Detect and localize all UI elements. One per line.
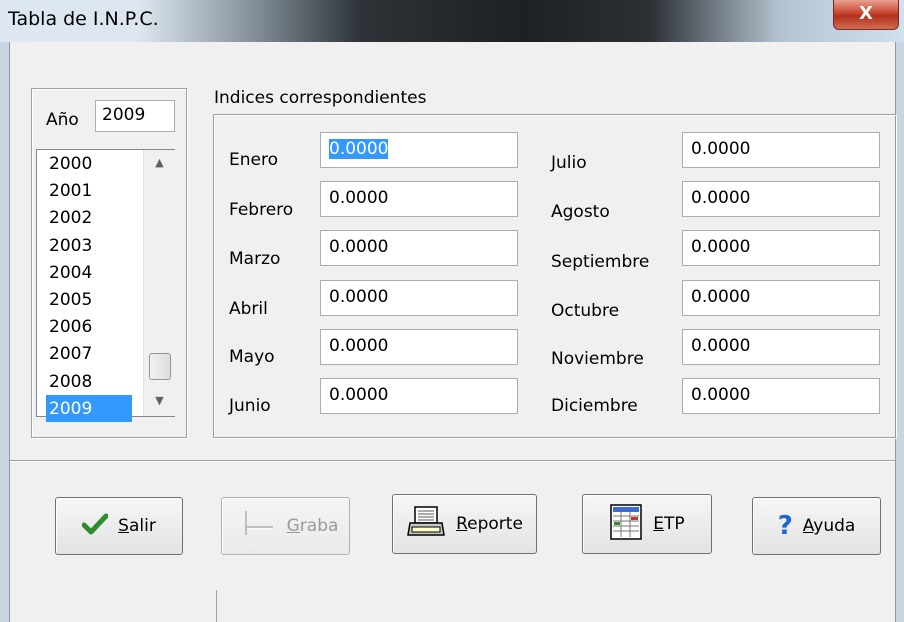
scroll-down-icon[interactable]: ▼ bbox=[144, 388, 175, 414]
index-input-febrero[interactable]: 0.0000 bbox=[320, 181, 518, 217]
graba-button[interactable]: Graba bbox=[221, 497, 350, 555]
list-item[interactable]: 2003 bbox=[46, 232, 132, 259]
index-input-julio[interactable]: 0.0000 bbox=[682, 132, 880, 168]
month-label-octubre: Octubre bbox=[551, 301, 620, 321]
year-list: 2000 2001 2002 2003 2004 2005 2006 2007 … bbox=[46, 150, 132, 422]
month-label-diciembre: Diciembre bbox=[551, 396, 638, 416]
scroll-thumb[interactable] bbox=[149, 353, 171, 380]
index-input-octubre[interactable]: 0.0000 bbox=[682, 280, 880, 316]
year-input[interactable]: 2009 bbox=[95, 100, 175, 132]
month-label-noviembre: Noviembre bbox=[551, 349, 644, 369]
month-label-septiembre: Septiembre bbox=[551, 252, 650, 272]
month-label-febrero: Febrero bbox=[229, 200, 294, 220]
checkmark-icon bbox=[81, 513, 109, 540]
index-input-abril[interactable]: 0.0000 bbox=[320, 280, 518, 316]
month-label-marzo: Marzo bbox=[229, 249, 281, 269]
window-frame-right bbox=[895, 42, 904, 622]
salir-label: Salir bbox=[118, 516, 156, 536]
reporte-button[interactable]: Reporte bbox=[392, 494, 537, 554]
month-label-abril: Abril bbox=[229, 299, 268, 319]
graba-label: Graba bbox=[286, 516, 339, 536]
list-item[interactable]: 2007 bbox=[46, 340, 132, 367]
index-input-junio[interactable]: 0.0000 bbox=[320, 378, 518, 414]
selected-text: 0.0000 bbox=[329, 139, 389, 159]
month-label-enero: Enero bbox=[229, 150, 278, 170]
list-item[interactable]: 2001 bbox=[46, 177, 132, 204]
scroll-up-icon[interactable]: ▲ bbox=[144, 150, 175, 176]
list-item[interactable]: 2000 bbox=[46, 150, 132, 177]
year-label: Año bbox=[46, 110, 79, 130]
list-item[interactable]: 2004 bbox=[46, 259, 132, 286]
list-item-selected[interactable]: 2009 bbox=[46, 394, 132, 422]
index-input-diciembre[interactable]: 0.0000 bbox=[682, 378, 880, 414]
index-input-septiembre[interactable]: 0.0000 bbox=[682, 230, 880, 266]
title-bar[interactable]: Tabla de I.N.P.C. X bbox=[0, 0, 904, 43]
divider bbox=[216, 590, 217, 622]
year-listbox[interactable]: 2000 2001 2002 2003 2004 2005 2006 2007 … bbox=[36, 149, 175, 422]
index-input-mayo[interactable]: 0.0000 bbox=[320, 329, 518, 365]
ayuda-label: Ayuda bbox=[802, 516, 856, 536]
month-label-junio: Junio bbox=[229, 396, 271, 416]
list-item[interactable]: 2002 bbox=[46, 204, 132, 231]
index-input-noviembre[interactable]: 0.0000 bbox=[682, 329, 880, 365]
index-input-enero[interactable]: 0.0000 bbox=[320, 132, 518, 168]
etp-label: ETP bbox=[653, 514, 685, 534]
year-list-scrollbar[interactable]: ▲ ▼ bbox=[143, 150, 175, 416]
index-input-marzo[interactable]: 0.0000 bbox=[320, 230, 518, 266]
reporte-label: Reporte bbox=[456, 514, 523, 534]
salir-button[interactable]: Salir bbox=[55, 497, 183, 555]
list-item[interactable]: 2005 bbox=[46, 286, 132, 313]
month-label-agosto: Agosto bbox=[551, 202, 610, 222]
save-icon bbox=[233, 509, 277, 544]
month-label-julio: Julio bbox=[551, 153, 587, 173]
window-title: Tabla de I.N.P.C. bbox=[8, 8, 159, 30]
ayuda-button[interactable]: ? Ayuda bbox=[752, 497, 881, 555]
indices-group-label: Indices correspondientes bbox=[214, 88, 427, 108]
index-input-agosto[interactable]: 0.0000 bbox=[682, 181, 880, 217]
spreadsheet-icon bbox=[609, 503, 643, 546]
list-item[interactable]: 2006 bbox=[46, 313, 132, 340]
list-item[interactable]: 2008 bbox=[46, 368, 132, 395]
month-label-mayo: Mayo bbox=[229, 347, 275, 367]
window-frame-left bbox=[0, 42, 10, 622]
close-icon: X bbox=[859, 3, 873, 24]
printer-icon bbox=[406, 505, 446, 544]
etp-button[interactable]: ETP bbox=[582, 494, 712, 554]
help-icon: ? bbox=[777, 511, 793, 541]
close-button[interactable]: X bbox=[833, 0, 899, 30]
separator bbox=[10, 460, 895, 461]
